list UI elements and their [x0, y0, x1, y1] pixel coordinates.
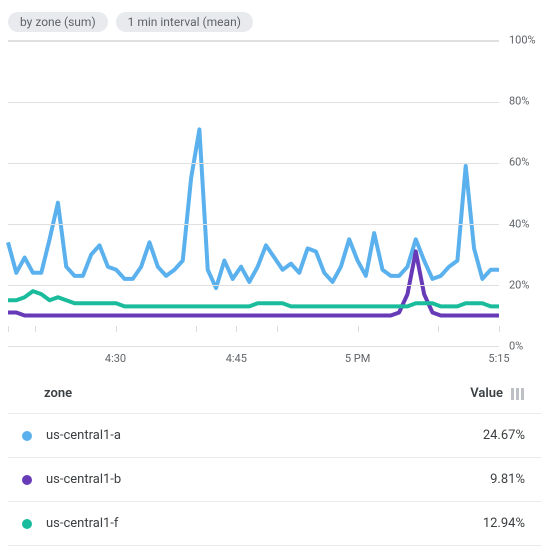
y-tick-label: 40%	[503, 217, 541, 230]
gridline	[8, 41, 499, 42]
x-axis: 4:304:455 PM5:15	[8, 350, 499, 370]
x-tick	[8, 326, 9, 332]
series-color-dot	[22, 519, 32, 529]
x-tick	[116, 326, 117, 332]
gridline	[8, 163, 499, 164]
y-tick-label: 20%	[503, 278, 541, 291]
x-tick	[358, 326, 359, 332]
y-tick-label: 100%	[503, 34, 541, 47]
series-line	[8, 129, 499, 288]
legend-series-name: us-central1-b	[46, 472, 490, 487]
y-tick-label: 80%	[503, 95, 541, 108]
series-color-dot	[22, 475, 32, 485]
x-tick-label: 5:15	[488, 352, 509, 365]
x-tick	[236, 326, 237, 332]
gridline	[8, 346, 499, 347]
x-tick	[196, 326, 197, 332]
series-color-dot	[22, 431, 32, 441]
legend-header-value: Value	[470, 386, 503, 401]
gridline	[8, 224, 499, 225]
legend-row[interactable]: us-central1-b9.81%	[8, 458, 541, 502]
chart-plot	[8, 40, 499, 346]
x-tick-label: 4:30	[105, 352, 126, 365]
x-tick-label: 5 PM	[345, 352, 370, 365]
legend-header-zone: zone	[44, 386, 470, 401]
legend-row[interactable]: us-central1-f12.94%	[8, 502, 541, 546]
gridline	[8, 285, 499, 286]
y-tick-label: 60%	[503, 156, 541, 169]
y-tick-label: 0%	[503, 340, 541, 353]
x-tick-label: 4:45	[226, 352, 247, 365]
columns-icon[interactable]	[511, 388, 525, 400]
legend-series-value: 24.67%	[483, 428, 525, 443]
chip-interval[interactable]: 1 min interval (mean)	[116, 12, 253, 32]
gridline	[8, 102, 499, 103]
chart: 0%20%40%60%80%100% 4:304:455 PM5:15	[8, 40, 541, 370]
x-tick	[277, 326, 278, 332]
x-tick	[35, 326, 36, 332]
legend-series-name: us-central1-f	[46, 516, 483, 531]
legend-series-value: 12.94%	[483, 516, 525, 531]
chip-by-zone[interactable]: by zone (sum)	[8, 12, 108, 32]
legend-row[interactable]: us-central1-a24.67%	[8, 414, 541, 458]
x-tick	[438, 326, 439, 332]
legend-series-value: 9.81%	[490, 472, 525, 487]
legend-series-name: us-central1-a	[46, 428, 483, 443]
legend-header: zone Value	[8, 374, 541, 414]
x-tick	[499, 326, 500, 332]
